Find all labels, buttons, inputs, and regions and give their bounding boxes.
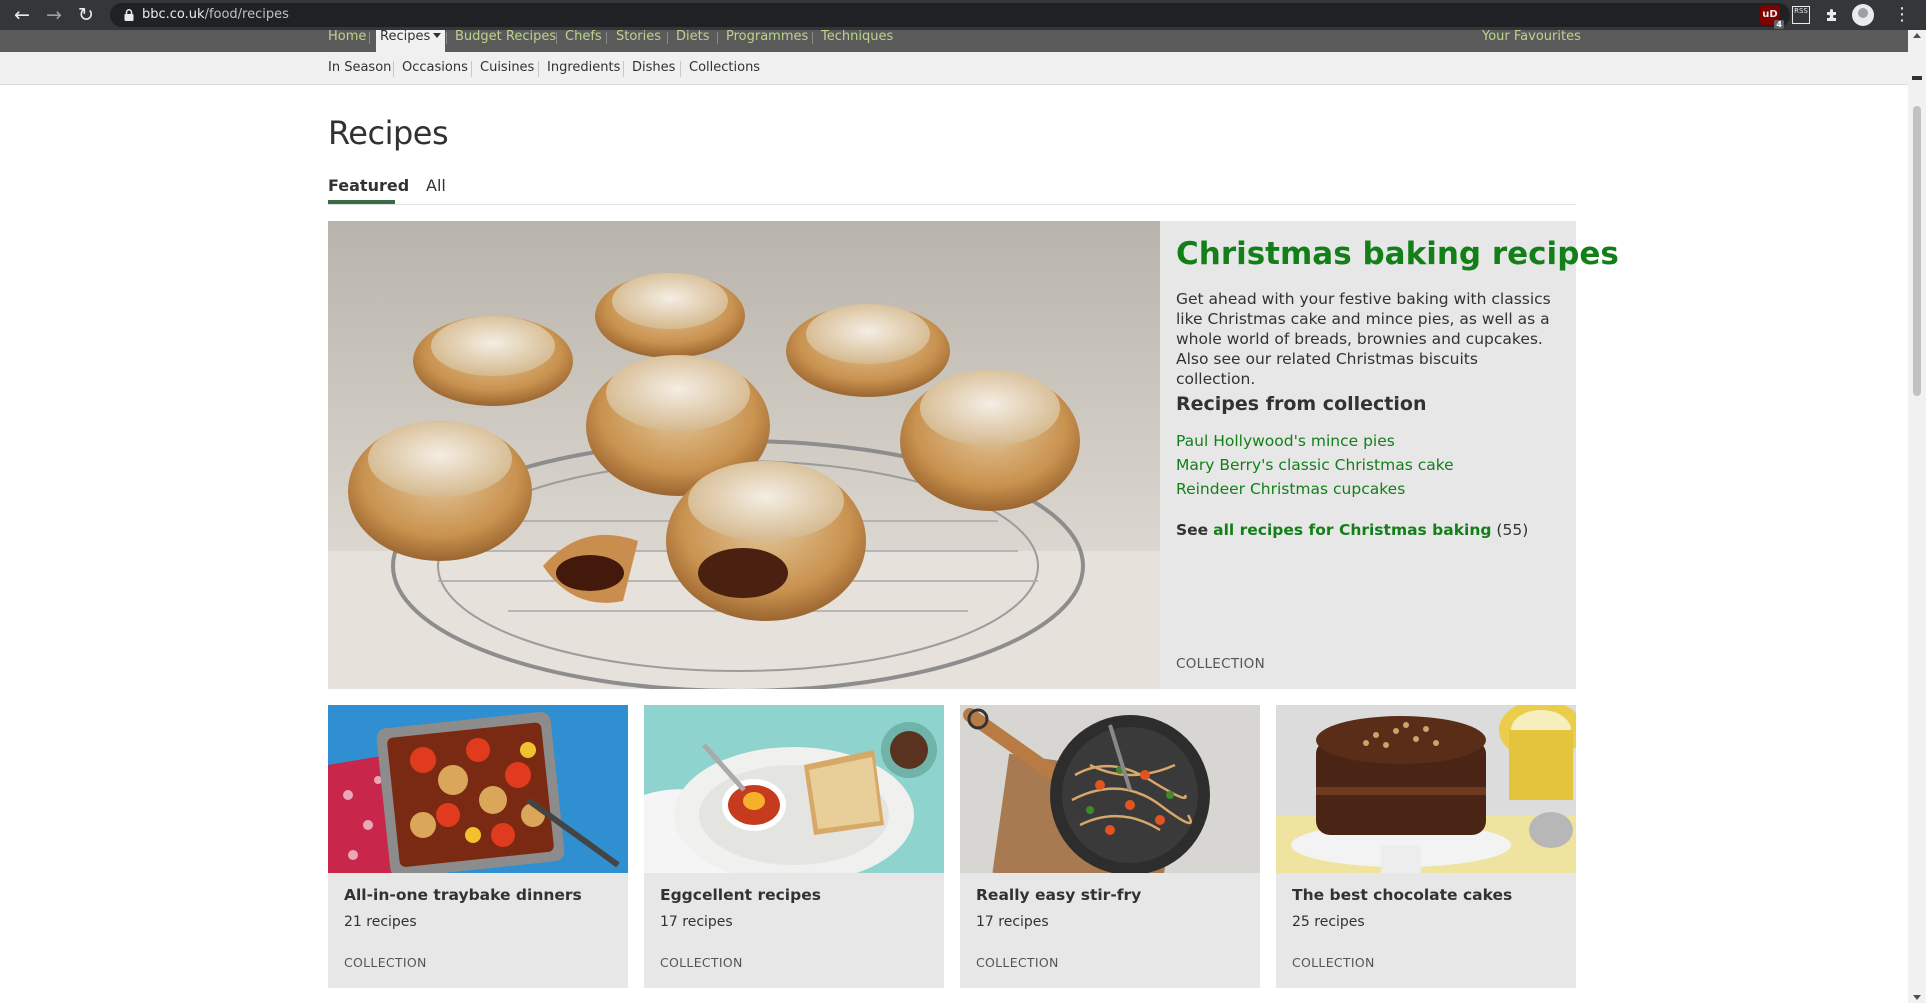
scroll-up-arrow-icon[interactable] [1913,33,1921,38]
subnav-collections[interactable]: Collections [689,60,760,76]
see-all-recipes: See all recipes for Christmas baking (55… [1176,521,1528,539]
collection-tag: COLLECTION [1176,656,1266,672]
lock-icon [124,9,134,21]
nav-recipes[interactable]: Recipes [376,30,446,52]
see-all-lead: See [1176,521,1209,539]
nav-your-favourites[interactable]: Your Favourites [1478,30,1585,52]
card-title: The best chocolate cakes [1292,886,1513,904]
card-image-stir-fry [960,705,1260,873]
subnav-in-season[interactable]: In Season [328,60,391,76]
nav-divider [717,32,718,44]
subnav-ingredients[interactable]: Ingredients [547,60,620,76]
secondary-nav: In Season Occasions Cuisines Ingredients… [0,52,1908,85]
featured-collection: Christmas baking recipes Get ahead with … [328,221,1619,689]
nav-stories[interactable]: Stories [612,30,665,52]
list-item: Paul Hollywood's mince pies [1176,429,1454,453]
hero-text-panel: Christmas baking recipes Get ahead with … [1176,221,1619,689]
browser-toolbar: ← → ↻ bbc.co.uk/food/recipes ☆ uD4 RSS ⋮ [0,0,1926,30]
hero-subheading: Recipes from collection [1176,393,1427,415]
nav-divider [606,32,607,44]
chevron-down-icon [433,33,442,38]
card-image-chocolate-cake [1276,705,1576,873]
collection-card-traybake[interactable]: All-in-one traybake dinners 21 recipes C… [328,705,628,988]
collection-tag: COLLECTION [660,955,743,970]
kebab-menu-icon[interactable]: ⋮ [1892,0,1912,30]
nav-divider [556,32,557,44]
hero-image-mince-pies[interactable] [328,221,1160,689]
card-title: Eggcellent recipes [660,886,821,904]
card-image-traybake [328,705,628,873]
page-title: Recipes [328,114,449,152]
scroll-thumb[interactable] [1913,106,1921,396]
rss-icon[interactable]: RSS [1792,6,1810,24]
nav-divider [812,32,813,44]
scroll-down-arrow-icon[interactable] [1913,995,1921,1000]
back-icon[interactable]: ← [8,0,36,30]
collection-tag: COLLECTION [1292,955,1375,970]
card-recipe-count: 21 recipes [344,914,417,930]
card-image-eggs [644,705,944,873]
recipe-link-christmas-cake[interactable]: Mary Berry's classic Christmas cake [1176,456,1454,474]
see-all-count: (55) [1496,521,1529,539]
nav-divider [667,32,668,44]
card-title: All-in-one traybake dinners [344,886,582,904]
subnav-cuisines[interactable]: Cuisines [480,60,534,76]
hero-title[interactable]: Christmas baking recipes [1176,235,1619,273]
nav-home[interactable]: Home [324,30,370,52]
url-text: bbc.co.uk/food/recipes [142,7,289,22]
avatar[interactable] [1852,4,1874,26]
subnav-occasions[interactable]: Occasions [402,60,468,76]
see-all-link[interactable]: all recipes for Christmas baking [1213,521,1491,539]
nav-divider [369,32,370,44]
forward-icon[interactable]: → [40,0,68,30]
nav-chefs[interactable]: Chefs [561,30,606,52]
active-tab-indicator [328,200,395,204]
subnav-divider [623,61,624,77]
tab-featured[interactable]: Featured [328,176,409,196]
page-scrollbar[interactable] [1908,30,1926,1003]
list-item: Reindeer Christmas cupcakes [1176,477,1454,501]
address-bar[interactable]: bbc.co.uk/food/recipes ☆ [110,3,1790,27]
collection-card-chocolate-cakes[interactable]: The best chocolate cakes 25 recipes COLL… [1276,705,1576,988]
list-item: Mary Berry's classic Christmas cake [1176,453,1454,477]
nav-techniques[interactable]: Techniques [817,30,897,52]
card-recipe-count: 17 recipes [660,914,733,930]
recipe-link-mince-pies[interactable]: Paul Hollywood's mince pies [1176,432,1395,450]
nav-budget-recipes[interactable]: Budget Recipes [451,30,560,52]
nav-divider [446,32,447,44]
collection-tag: COLLECTION [976,955,1059,970]
subnav-divider [471,61,472,77]
card-title: Really easy stir-fry [976,886,1142,904]
primary-nav: Home Recipes Budget Recipes Chefs Storie… [0,30,1908,52]
collection-card-stir-fry[interactable]: Really easy stir-fry 17 recipes COLLECTI… [960,705,1260,988]
subnav-divider [538,61,539,77]
hero-recipe-links: Paul Hollywood's mince pies Mary Berry's… [1176,429,1454,501]
puzzle-icon[interactable] [1822,5,1842,25]
reload-icon[interactable]: ↻ [72,0,100,30]
recipe-link-reindeer-cupcakes[interactable]: Reindeer Christmas cupcakes [1176,480,1405,498]
card-recipe-count: 17 recipes [976,914,1049,930]
collection-card-eggs[interactable]: Eggcellent recipes 17 recipes COLLECTION [644,705,944,988]
scroll-marker [1912,76,1922,80]
card-recipe-count: 25 recipes [1292,914,1365,930]
nav-programmes[interactable]: Programmes [722,30,812,52]
hero-description: Get ahead with your festive baking with … [1176,290,1551,388]
subnav-dishes[interactable]: Dishes [632,60,675,76]
nav-diets[interactable]: Diets [672,30,714,52]
nav-recipes-label: Recipes [380,30,431,44]
ublock-icon[interactable]: uD 4 [1760,5,1784,29]
extension-badge: 4 [1774,20,1784,29]
subnav-divider [393,61,394,77]
tabs-divider [328,204,1576,205]
collection-tag: COLLECTION [344,955,427,970]
tab-all[interactable]: All [426,176,446,196]
subnav-divider [680,61,681,77]
